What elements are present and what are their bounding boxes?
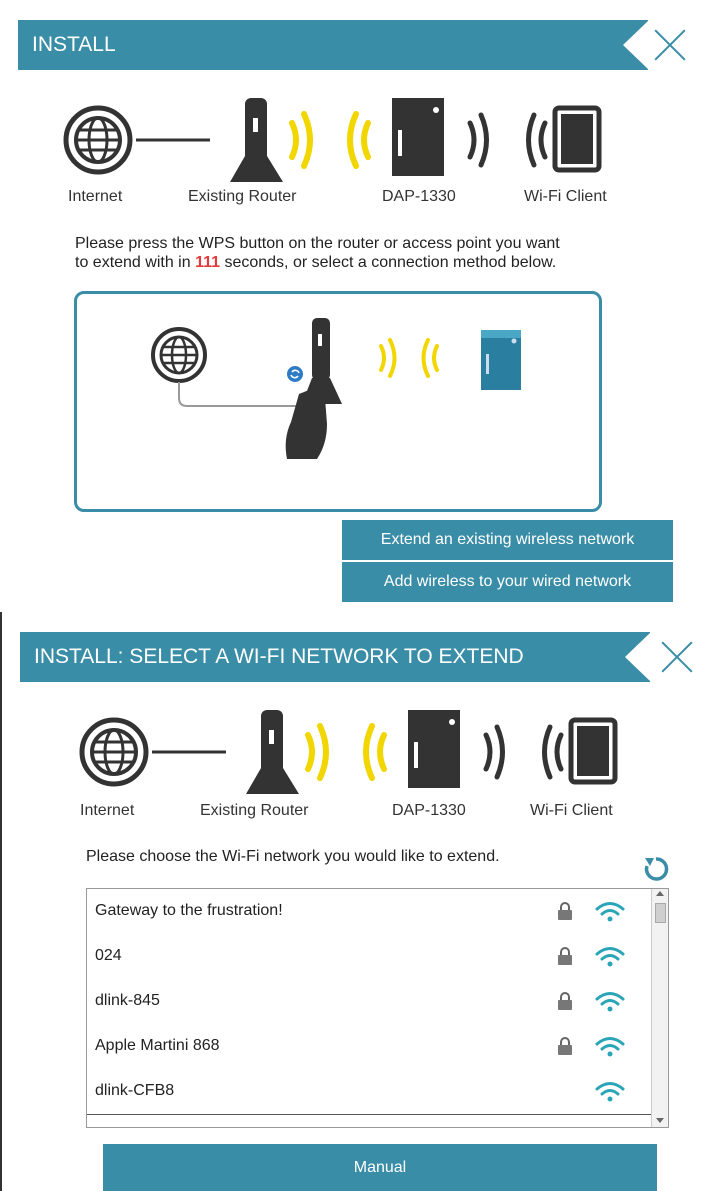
topology-label-internet: Internet [80,802,135,819]
network-row[interactable]: Gateway to the frustration! [87,889,654,935]
close-icon[interactable] [653,28,687,62]
extender-icon [408,710,460,788]
install-header: INSTALL [18,20,649,70]
refresh-icon[interactable] [642,854,670,884]
topology-label-client: Wi-Fi Client [524,188,607,205]
network-ssid: dlink-CFB8 [95,1082,175,1099]
topology-label-extender: DAP-1330 [382,188,456,205]
topology-label-extender: DAP-1330 [392,802,466,819]
wifi-signal-icon [595,901,625,928]
wps-button-icon [287,366,303,382]
network-row[interactable]: dlink-CFB8 [87,1069,654,1115]
wifi-wave-icon [305,723,387,781]
network-list: Gateway to the frustration! 024 dlink-845 A… [86,888,669,1128]
wifi-wave-icon [289,111,371,169]
topology-label-router: Existing Router [200,802,309,819]
select-network-header: INSTALL: SELECT A WI-FI NETWORK TO EXTEN… [20,632,651,682]
wifi-signal-icon [595,991,625,1018]
wps-countdown: 111 [195,254,221,271]
topology-diagram [79,710,618,794]
scroll-down-icon[interactable] [656,1118,664,1123]
close-icon[interactable] [660,640,694,674]
network-row[interactable]: dlink-845 [87,979,654,1025]
lock-icon [557,901,573,926]
network-row[interactable]: Apple Martini 868 [87,1024,654,1070]
page-title: INSTALL: SELECT A WI-FI NETWORK TO EXTEN… [34,645,524,668]
globe-icon [63,105,133,175]
scroll-up-icon[interactable] [656,891,664,896]
topology-label-router: Existing Router [188,188,297,205]
scrollbar[interactable] [651,889,668,1127]
extender-icon [392,98,444,176]
globe-icon [79,717,149,787]
network-ssid: Gateway to the frustration! [95,902,283,919]
lock-icon [557,1036,573,1061]
choose-network-instruction: Please choose the Wi-Fi network you woul… [86,848,500,865]
router-icon [230,98,283,182]
install-panel: INSTALL Internet Existing Router DAP-133… [0,0,717,605]
network-row[interactable]: 024 [87,934,654,980]
lock-icon [557,991,573,1016]
wifi-signal-icon [595,946,625,973]
wifi-signal-icon [595,1081,625,1108]
wifi-wave-icon [379,338,439,378]
page-title: INSTALL [32,33,116,56]
topology-label-client: Wi-Fi Client [530,802,613,819]
add-wireless-button[interactable]: Add wireless to your wired network [342,562,673,602]
wifi-signal-icon [595,1036,625,1063]
wps-instruction: Please press the WPS button on the route… [75,235,560,271]
topology-label-internet: Internet [68,188,123,205]
extend-network-button[interactable]: Extend an existing wireless network [342,520,673,560]
lock-icon [557,946,573,971]
router-icon [246,710,299,794]
wps-illustration [74,291,602,512]
tablet-icon [552,105,602,173]
extender-icon [481,330,521,390]
network-ssid: Apple Martini 868 [95,1037,220,1054]
topology-diagram [63,98,602,182]
network-ssid: 024 [95,947,122,964]
scroll-thumb[interactable] [655,903,666,923]
network-ssid: dlink-845 [95,992,160,1009]
manual-button[interactable]: Manual [103,1144,657,1191]
tablet-icon [568,717,618,785]
globe-icon [151,327,207,383]
